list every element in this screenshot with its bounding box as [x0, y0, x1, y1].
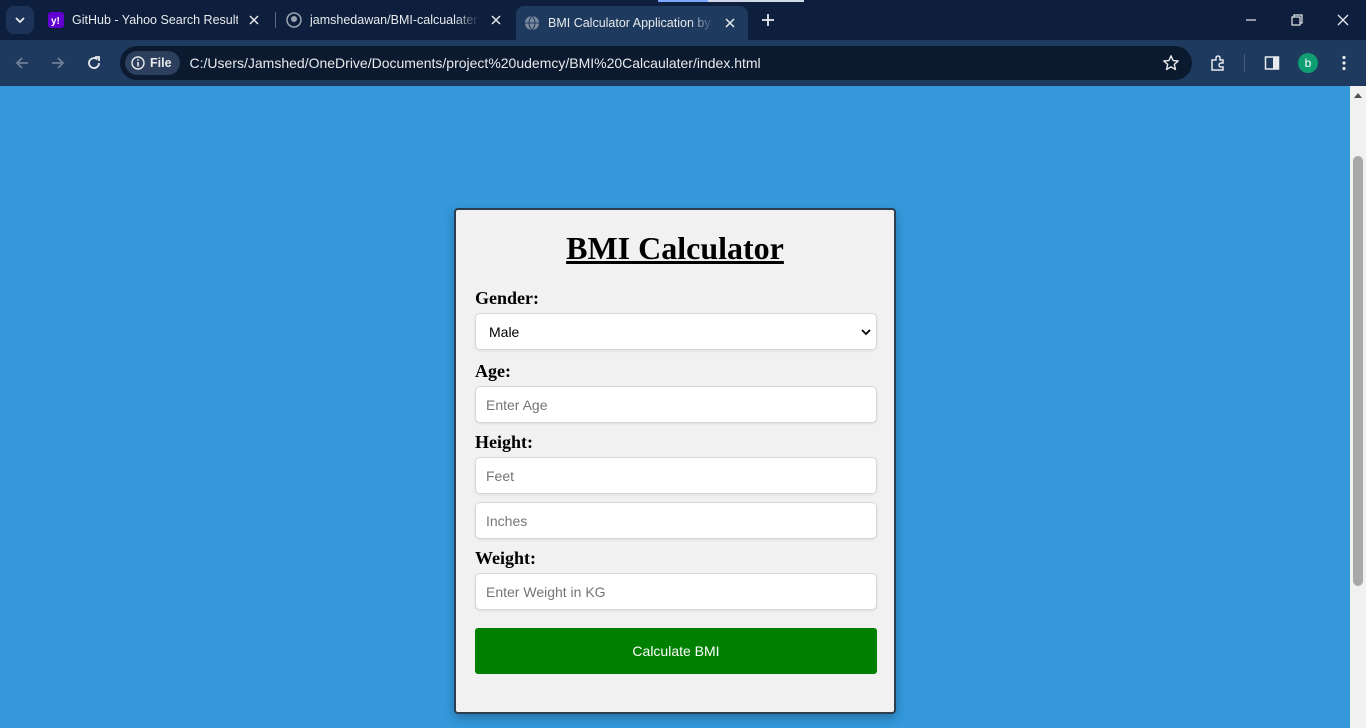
bookmark-star-icon[interactable]: [1162, 54, 1180, 72]
restore-button[interactable]: [1274, 0, 1320, 40]
address-bar[interactable]: File C:/Users/Jamshed/OneDrive/Documents…: [120, 46, 1192, 80]
chevron-down-icon: [15, 17, 25, 24]
age-placeholder: Enter Age: [486, 396, 548, 413]
toolbar-divider: [1244, 54, 1245, 72]
side-panel-icon: [1264, 56, 1280, 70]
page-viewport: BMI Calculator Gender: Male Age: Enter A…: [0, 86, 1350, 728]
scheme-label: File: [150, 56, 172, 70]
arrow-left-icon: [15, 57, 28, 69]
tab-accent: [658, 0, 708, 2]
inches-placeholder: Inches: [486, 512, 528, 529]
arrow-right-icon: [52, 57, 65, 69]
chevron-down-icon: [861, 328, 871, 335]
page-title: BMI Calculator: [566, 230, 784, 266]
tab-title: jamshedawan/BMI-calcualater: B: [310, 13, 480, 27]
gender-label: Gender:: [475, 288, 539, 308]
weight-label: Weight:: [475, 548, 536, 568]
age-input[interactable]: Enter Age: [475, 386, 877, 423]
close-icon: [1337, 14, 1349, 26]
close-icon[interactable]: [722, 15, 738, 31]
tab-divider: [275, 12, 276, 28]
url-text[interactable]: C:/Users/Jamshed/OneDrive/Documents/proj…: [190, 55, 761, 71]
yahoo-icon: y!: [48, 12, 64, 28]
scrollbar-thumb[interactable]: [1353, 156, 1363, 586]
calculate-bmi-button[interactable]: Calculate BMI: [475, 628, 877, 674]
tab-search-button[interactable]: [6, 6, 34, 34]
feet-placeholder: Feet: [486, 467, 515, 484]
profile-avatar[interactable]: b: [1298, 53, 1318, 73]
reload-button[interactable]: [80, 49, 108, 77]
tab-accent: [708, 0, 804, 2]
menu-button[interactable]: [1333, 52, 1355, 74]
gender-select[interactable]: Male: [475, 313, 877, 350]
close-icon[interactable]: [488, 12, 504, 28]
browser-toolbar: File C:/Users/Jamshed/OneDrive/Documents…: [0, 40, 1366, 86]
vertical-scrollbar[interactable]: [1350, 86, 1366, 728]
svg-text:y!: y!: [51, 16, 60, 27]
minimize-button[interactable]: [1228, 0, 1274, 40]
plus-icon: [762, 14, 774, 26]
height-label: Height:: [475, 432, 533, 452]
age-label: Age:: [475, 361, 511, 381]
height-inches-input[interactable]: Inches: [475, 502, 877, 539]
tab-title: BMI Calculator Application by ja: [548, 16, 714, 30]
tab-strip: y! GitHub - Yahoo Search Results jamshed…: [0, 0, 1366, 40]
restore-icon: [1291, 14, 1303, 26]
minimize-icon: [1246, 19, 1256, 21]
bmi-form-card: BMI Calculator Gender: Male Age: Enter A…: [454, 208, 896, 714]
globe-icon: [524, 15, 540, 31]
tab-yahoo[interactable]: y! GitHub - Yahoo Search Results: [40, 6, 272, 34]
weight-input[interactable]: Enter Weight in KG: [475, 573, 877, 610]
kebab-menu-icon: [1342, 55, 1346, 71]
github-icon: [286, 12, 302, 28]
close-icon[interactable]: [246, 12, 262, 28]
side-panel-button[interactable]: [1261, 52, 1283, 74]
back-button[interactable]: [8, 49, 36, 77]
tab-title: GitHub - Yahoo Search Results: [72, 13, 238, 27]
new-tab-button[interactable]: [756, 8, 780, 32]
puzzle-icon: [1211, 55, 1224, 71]
gender-selected-value: Male: [489, 323, 520, 340]
close-window-button[interactable]: [1320, 0, 1366, 40]
weight-placeholder: Enter Weight in KG: [486, 583, 606, 600]
tab-github[interactable]: jamshedawan/BMI-calcualater: B: [278, 6, 514, 34]
height-feet-input[interactable]: Feet: [475, 457, 877, 494]
tab-bmi-calculator[interactable]: BMI Calculator Application by ja: [516, 6, 748, 40]
site-info-chip[interactable]: File: [125, 51, 180, 75]
reload-icon: [88, 56, 100, 69]
scroll-up-arrow-icon[interactable]: [1350, 90, 1366, 100]
extensions-button[interactable]: [1207, 52, 1229, 74]
info-icon: [131, 56, 145, 70]
forward-button[interactable]: [44, 49, 72, 77]
